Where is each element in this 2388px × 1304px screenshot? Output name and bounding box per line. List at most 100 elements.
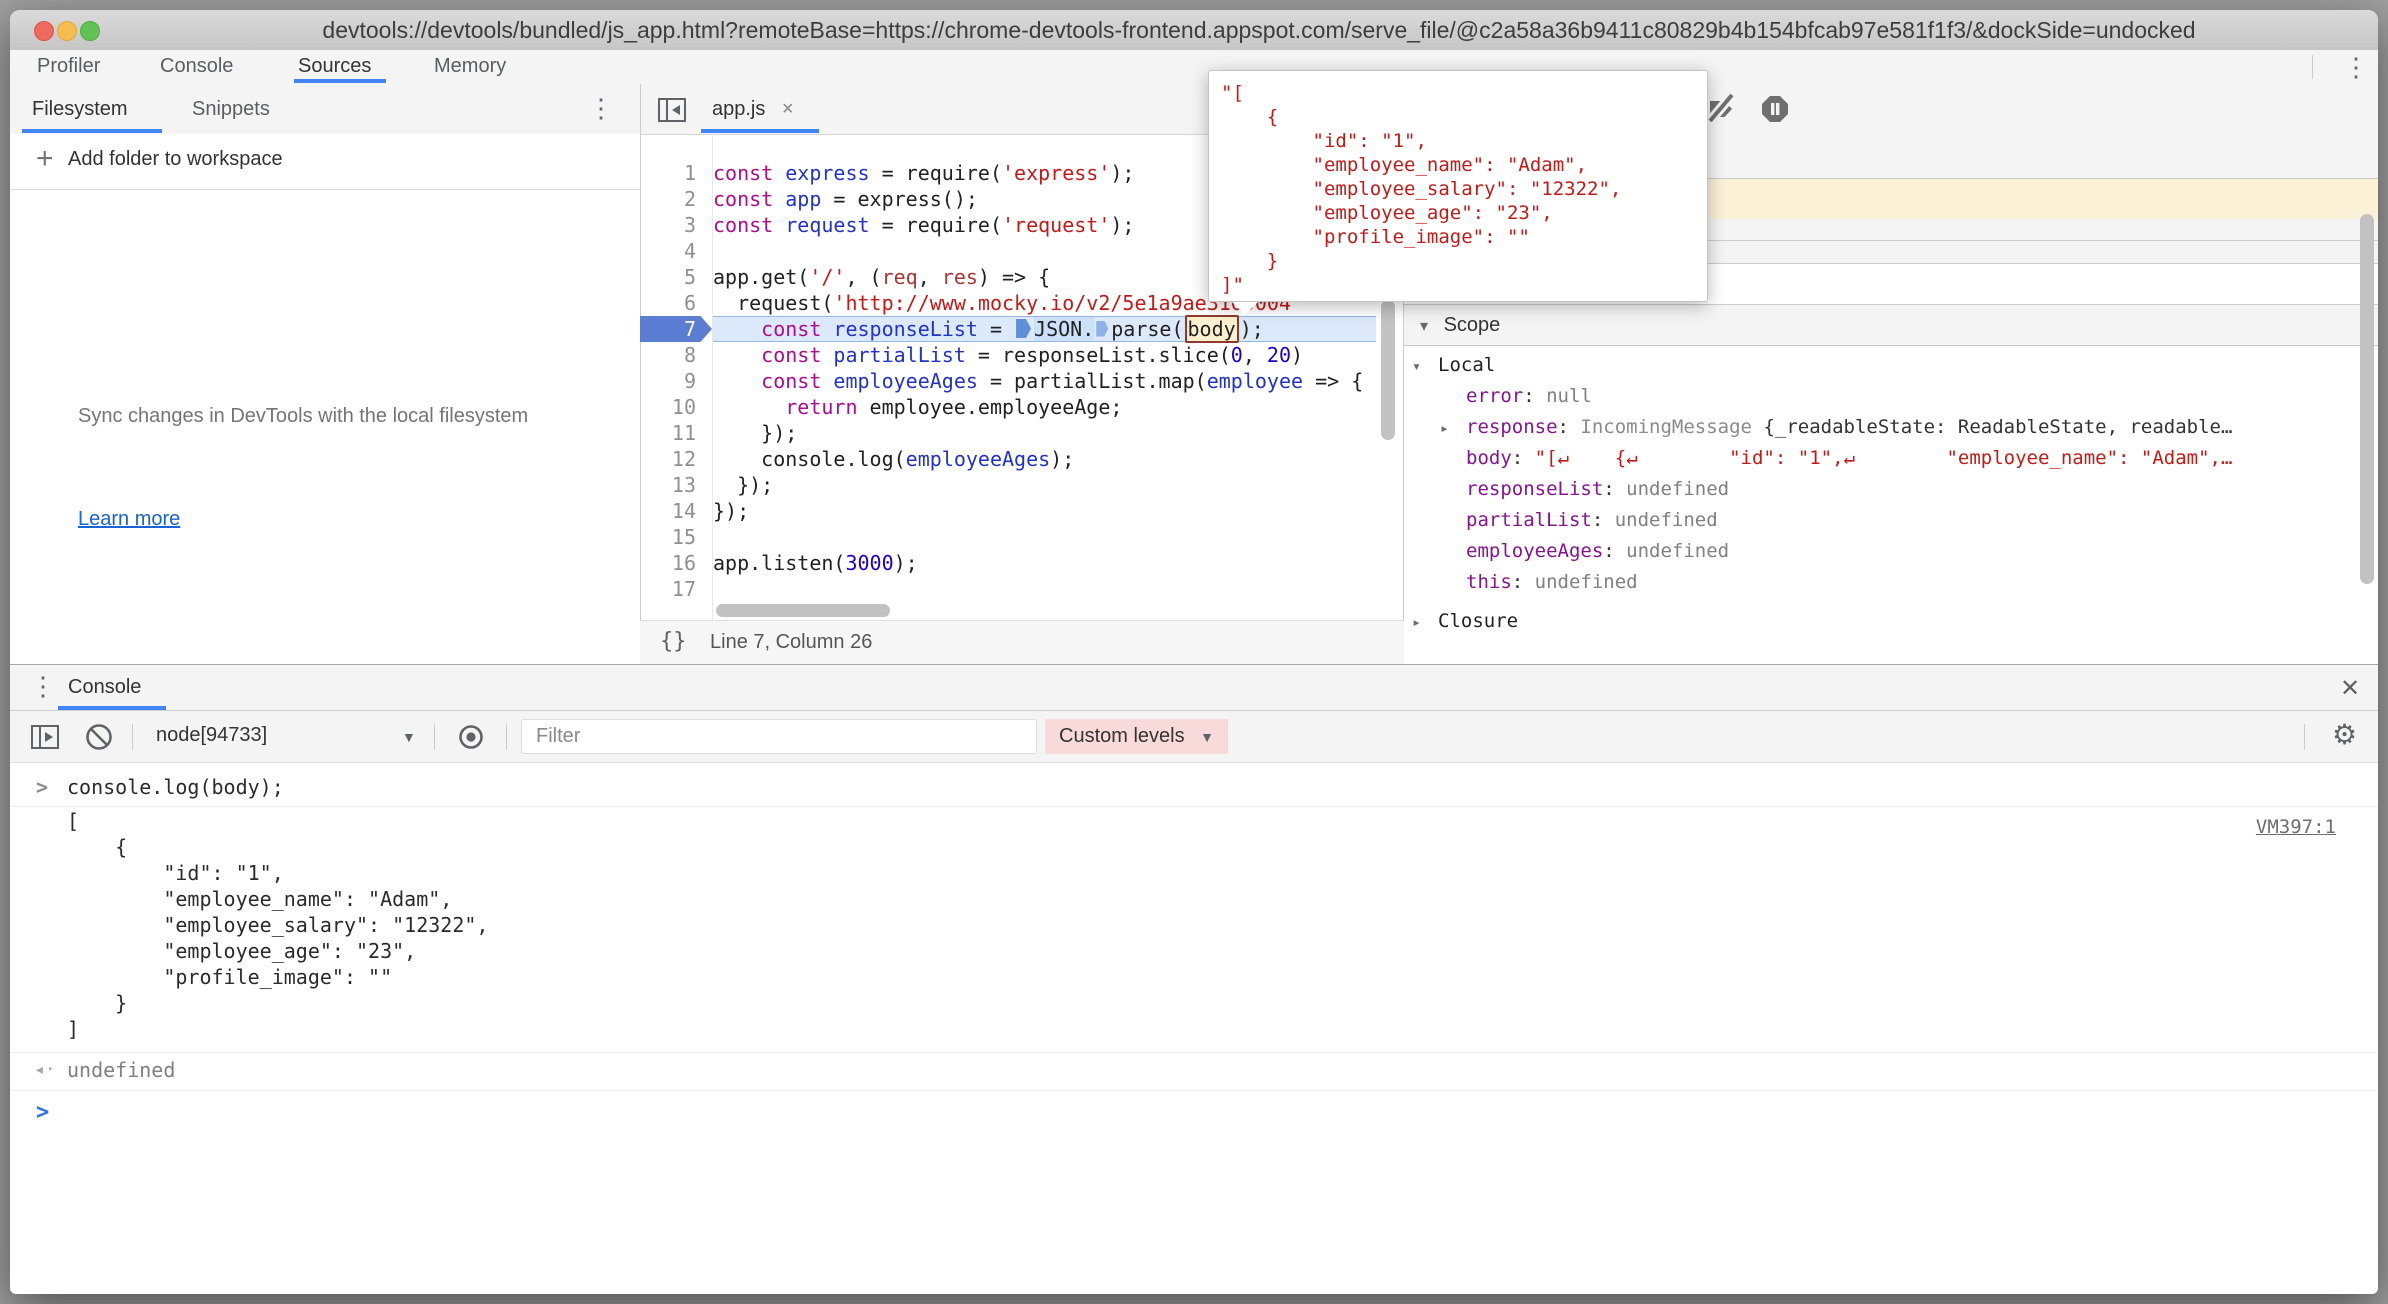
scope-variable-partialList[interactable]: partialList: undefined [1412,505,2356,536]
scope-section-title: Scope [1444,314,1501,336]
collapse-navigator-icon[interactable] [657,97,687,123]
editor-tab-appjs[interactable]: app.js × [712,84,794,130]
scope-tree[interactable]: ▾Localerror: null▸response: IncomingMess… [1412,350,2356,637]
line-number-5[interactable]: 5 [640,264,712,290]
show-console-sidebar-icon[interactable] [30,724,60,750]
learn-more-link[interactable]: Learn more [78,508,180,531]
line-number-2[interactable]: 2 [640,186,712,212]
scope-closure-header[interactable]: ▸Closure [1412,606,2356,637]
scope-variable-error[interactable]: error: null [1412,381,2356,412]
divider [506,724,507,750]
code-token: , [918,265,942,289]
line-number-10[interactable]: 10 [640,394,712,420]
scope-variable-body[interactable]: body: "[↵ {↵ "id": "1",↵ "employee_name"… [1412,443,2356,474]
console-source-link[interactable]: VM397:1 [2256,816,2336,838]
editor-horizontal-scrollbar[interactable] [716,604,890,617]
code-line-8[interactable]: const partialList = responseList.slice(0… [713,342,1376,368]
code-line-9[interactable]: const employeeAges = partialList.map(emp… [713,368,1376,394]
line-number-4[interactable]: 4 [640,238,712,264]
close-window-button[interactable] [34,21,54,41]
line-number-16[interactable]: 16 [640,550,712,576]
line-number-15[interactable]: 15 [640,524,712,550]
tab-console[interactable]: Console [160,50,233,83]
live-expression-eye-icon[interactable] [454,724,488,750]
code-token [713,317,761,341]
line-number-8[interactable]: 8 [640,342,712,368]
line-number-6[interactable]: 6 [640,290,712,316]
drawer-kebab-icon[interactable]: ⋮ [30,673,56,699]
code-token: const [713,161,785,185]
variable-value: undefined [1535,571,1638,593]
tab-profiler[interactable]: Profiler [37,50,100,83]
tab-filesystem[interactable]: Filesystem [32,84,128,134]
console-toolbar: node[94733] ▼ Custom levels ▼ ⚙ [10,711,2378,763]
code-line-12[interactable]: console.log(employeeAges); [713,446,1376,472]
code-line-16[interactable]: app.listen(3000); [713,550,1376,576]
line-number-7[interactable]: 7 [640,316,712,342]
close-tab-icon[interactable]: × [782,98,794,120]
navigator-kebab-icon[interactable]: ⋮ [588,95,614,121]
add-folder-button[interactable]: + Add folder to workspace [10,134,640,190]
code-line-11[interactable]: }); [713,420,1376,446]
scope-section-header[interactable]: ▾ Scope [1404,304,2378,346]
code-line-7[interactable]: const responseList = JSON.parse(body); [713,316,1376,342]
scope-variable-responseList[interactable]: responseList: undefined [1412,474,2356,505]
line-number-13[interactable]: 13 [640,472,712,498]
title-bar[interactable]: devtools://devtools/bundled/js_app.html?… [10,10,2378,51]
line-number-11[interactable]: 11 [640,420,712,446]
line-number-12[interactable]: 12 [640,446,712,472]
scope-variable-response[interactable]: ▸response: IncomingMessage {_readableSta… [1412,412,2356,443]
console-output-line: "employee_salary": "12322", [67,912,2258,938]
scope-variable-this[interactable]: this: undefined [1412,567,2356,598]
minimize-window-button[interactable] [57,21,77,41]
console-log-output[interactable]: [ { "id": "1", "employee_name": "Adam", … [67,808,2258,1042]
code-token: request( [713,291,833,315]
tab-snippets[interactable]: Snippets [192,84,270,134]
tab-memory[interactable]: Memory [434,50,506,83]
code-line-17[interactable] [713,576,1376,602]
code-token: , [1243,343,1267,367]
console-command-row[interactable]: > console.log(body); [10,770,2378,807]
console-settings-gear-icon[interactable]: ⚙ [2332,721,2357,749]
zoom-window-button[interactable] [80,21,100,41]
chevron-down-icon[interactable]: ▼ [402,729,416,745]
scope-variable-employeeAges[interactable]: employeeAges: undefined [1412,536,2356,567]
execution-context-selector[interactable]: node[94733] [156,724,267,747]
console-prompt-chevron-icon[interactable]: > [36,1100,49,1125]
code-token: JSON. [1034,317,1094,341]
code-line-10[interactable]: return employee.employeeAge; [713,394,1376,420]
pause-on-exceptions-icon[interactable] [1760,94,1790,124]
tooltip-line: } [1221,249,1707,273]
tab-console-drawer[interactable]: Console [68,676,141,699]
console-output-line: { [67,834,2258,860]
sidebar-scrollbar[interactable] [2360,214,2374,584]
filter-input[interactable] [521,719,1037,754]
chevron-right-icon: ▸ [1412,607,1438,637]
code-token: employee [1207,369,1303,393]
line-number-1[interactable]: 1 [640,160,712,186]
code-line-14[interactable]: }); [713,498,1376,524]
line-number-3[interactable]: 3 [640,212,712,238]
custom-levels-dropdown[interactable]: Custom levels ▼ [1045,719,1228,754]
clear-console-icon[interactable] [84,722,114,752]
tooltip-line: "employee_salary": "12322", [1221,177,1707,201]
main-menu-kebab-icon[interactable]: ⋮ [2343,54,2369,80]
editor-vertical-scrollbar[interactable] [1381,300,1395,440]
code-token: employee.employeeAge; [870,395,1123,419]
line-number-14[interactable]: 14 [640,498,712,524]
pretty-print-icon[interactable]: {} [660,629,687,654]
line-number-9[interactable]: 9 [640,368,712,394]
continue-to-here-icon[interactable] [1016,319,1031,338]
code-line-13[interactable]: }); [713,472,1376,498]
scope-local-header[interactable]: ▾Local [1412,350,2356,381]
code-token: ); [1110,213,1134,237]
console-output-line: [ [67,808,2258,834]
close-drawer-icon[interactable]: ✕ [2340,674,2360,703]
continue-to-here-icon[interactable] [1096,321,1108,337]
line-number-17[interactable]: 17 [640,576,712,602]
code-line-15[interactable] [713,524,1376,550]
code-token: = require( [870,161,1002,185]
variable-name: responseList [1466,478,1603,500]
variable-name: response [1466,416,1558,438]
deactivate-breakpoints-icon[interactable] [1704,94,1738,124]
